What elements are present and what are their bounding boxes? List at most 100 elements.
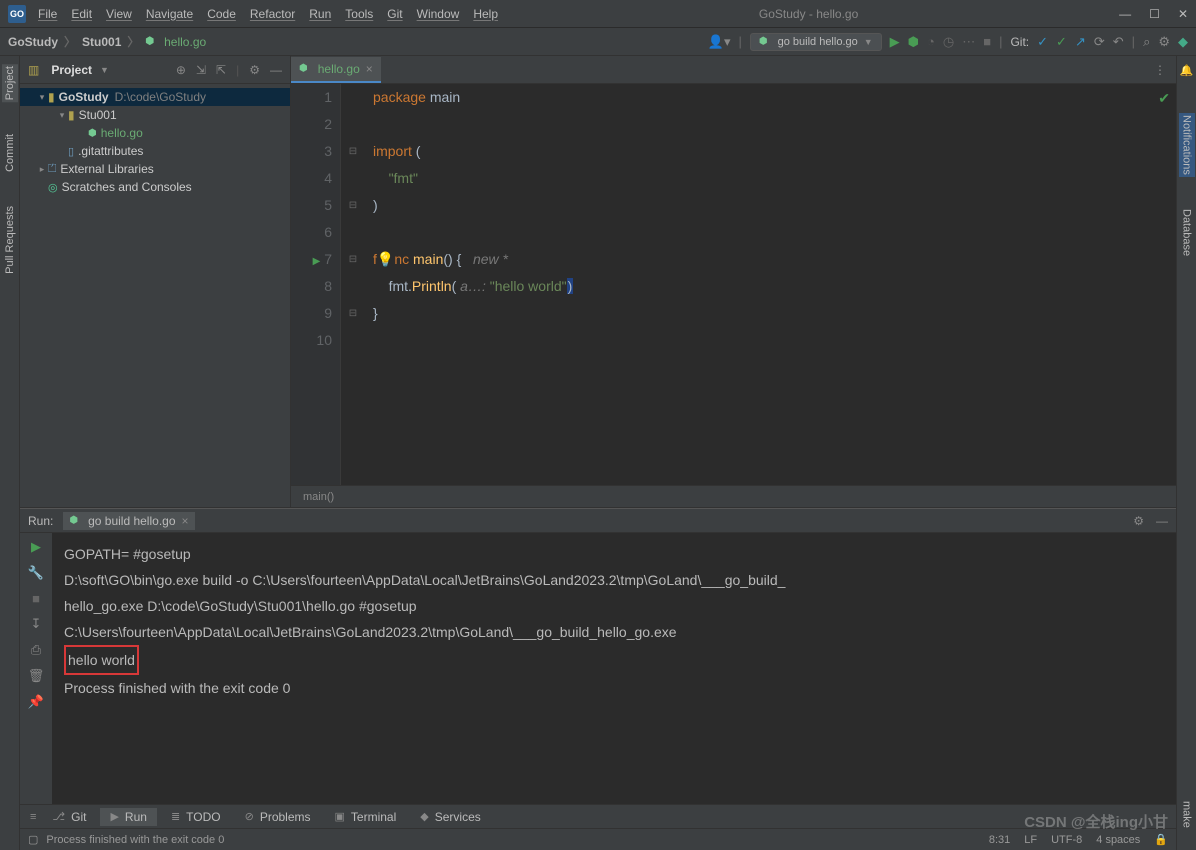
branch-icon: ⎇	[52, 810, 65, 823]
close-tab-icon[interactable]: ×	[366, 62, 373, 76]
coverage-button[interactable]: ◔	[927, 34, 935, 49]
sidebar-commit-tab[interactable]: Commit	[2, 132, 18, 174]
git-history-icon[interactable]: ⟳	[1094, 34, 1105, 50]
maximize-button[interactable]: ☐	[1149, 7, 1160, 21]
tree-gitattributes[interactable]: ▯ .gitattributes	[20, 142, 290, 160]
sidebar-pullrequests-tab[interactable]: Pull Requests	[2, 204, 18, 276]
line-ending[interactable]: LF	[1024, 834, 1037, 846]
expand-icon[interactable]: ⇲	[196, 63, 206, 77]
sidebar-project-tab[interactable]: Project	[2, 64, 18, 102]
print-icon[interactable]: ⎙	[31, 642, 41, 658]
tab-git[interactable]: ⎇Git	[42, 808, 96, 826]
project-icon: ▥	[28, 63, 39, 77]
editor-breadcrumb[interactable]: main()	[291, 485, 1176, 507]
stop-button[interactable]: ■	[983, 34, 991, 49]
go-run-icon: ⬢	[69, 515, 78, 526]
status-icon[interactable]: ▢	[28, 833, 38, 846]
tree-root[interactable]: ▾▮ GoStudy D:\code\GoStudy	[20, 88, 290, 106]
tree-folder-stu001[interactable]: ▾▮ Stu001	[20, 106, 290, 124]
encoding[interactable]: UTF-8	[1051, 834, 1082, 846]
menu-run[interactable]: Run	[309, 7, 331, 21]
library-icon: ⏍	[48, 163, 56, 176]
tab-terminal[interactable]: ▣Terminal	[325, 808, 407, 826]
structure-lefttab[interactable]: ≡	[28, 811, 38, 823]
caret-position[interactable]: 8:31	[989, 834, 1010, 846]
menu-edit[interactable]: Edit	[71, 7, 92, 21]
console-output[interactable]: GOPATH= #gosetup D:\soft\GO\bin\go.exe b…	[52, 533, 1176, 804]
git-rollback-icon[interactable]: ↶	[1113, 34, 1124, 50]
bell-icon[interactable]: 🔔	[1180, 64, 1194, 77]
hide-icon[interactable]: —	[270, 63, 282, 77]
hide-icon[interactable]: —	[1156, 514, 1168, 528]
tree-external-libraries[interactable]: ▸⏍ External Libraries	[20, 160, 290, 178]
minimize-button[interactable]: —	[1119, 7, 1131, 21]
gear-icon[interactable]: ⚙	[249, 63, 260, 77]
debug-button[interactable]: ⬢	[908, 34, 919, 50]
right-sidebar: 🔔 Notifications Database make	[1176, 56, 1196, 850]
lock-icon[interactable]: 🔒	[1154, 833, 1168, 846]
profile-button[interactable]: ◷	[943, 34, 954, 50]
close-tab-icon[interactable]: ×	[182, 514, 189, 528]
indent-info[interactable]: 4 spaces	[1096, 834, 1140, 846]
menu-tools[interactable]: Tools	[345, 7, 373, 21]
inspection-ok-icon[interactable]: ✔	[1158, 90, 1170, 107]
menu-help[interactable]: Help	[473, 7, 498, 21]
tab-services[interactable]: ◆Services	[410, 808, 490, 826]
git-update-icon[interactable]: ✓	[1037, 34, 1048, 50]
breadcrumb-root[interactable]: GoStudy	[8, 35, 58, 49]
breadcrumb-file[interactable]: hello.go	[164, 35, 206, 49]
rerun-icon[interactable]: ▶	[31, 539, 41, 555]
run-config-selector[interactable]: ⬢ go build hello.go ▼	[750, 33, 882, 51]
stop-icon[interactable]: ■	[32, 591, 40, 606]
git-label: Git:	[1010, 35, 1029, 49]
git-push-icon[interactable]: ↗	[1075, 34, 1086, 50]
run-button[interactable]: ▶	[890, 34, 900, 50]
gutter-fold: ⊟⊟ ⊟⊟	[341, 84, 365, 485]
run-label: Run:	[28, 514, 53, 528]
main-menu: File Edit View Navigate Code Refactor Ru…	[38, 7, 498, 21]
gear-icon[interactable]: ⚙	[1133, 514, 1144, 528]
ide-brand-icon[interactable]: ◆	[1178, 34, 1188, 50]
tab-todo[interactable]: ≣TODO	[161, 808, 231, 826]
menu-window[interactable]: Window	[417, 7, 460, 21]
tree-file-hello[interactable]: ⬢ hello.go	[20, 124, 290, 142]
scroll-icon[interactable]: ↧	[31, 616, 42, 632]
chevron-down-icon[interactable]: ▼	[100, 65, 109, 75]
menu-file[interactable]: File	[38, 7, 57, 21]
collapse-icon[interactable]: ⇱	[216, 63, 226, 77]
settings-icon[interactable]: ⚙	[1158, 34, 1170, 50]
menu-git[interactable]: Git	[387, 7, 402, 21]
user-icon[interactable]: 👤▾	[708, 34, 731, 50]
editor-tab-hello[interactable]: ⬢ hello.go ×	[291, 57, 381, 83]
sidebar-make-tab[interactable]: make	[1179, 799, 1195, 830]
tab-overflow-icon[interactable]: ⋮	[1144, 63, 1176, 77]
titlebar: GO File Edit View Navigate Code Refactor…	[0, 0, 1196, 28]
tab-problems[interactable]: ⊘Problems	[235, 808, 321, 826]
menu-navigate[interactable]: Navigate	[146, 7, 193, 21]
tab-run[interactable]: ▶Run	[100, 808, 156, 826]
file-icon: ▯	[68, 145, 74, 158]
delete-icon[interactable]: 🗑	[28, 668, 45, 684]
search-icon[interactable]: ⌕	[1143, 34, 1150, 50]
sidebar-database-tab[interactable]: Database	[1179, 207, 1195, 258]
folder-icon: ▮	[68, 108, 75, 122]
attach-button[interactable]: ⋯	[962, 34, 975, 50]
breadcrumb-folder[interactable]: Stu001	[82, 35, 121, 49]
project-tree[interactable]: ▾▮ GoStudy D:\code\GoStudy ▾▮ Stu001 ⬢ h…	[20, 84, 290, 200]
git-commit-icon[interactable]: ✓	[1056, 34, 1067, 50]
menu-refactor[interactable]: Refactor	[250, 7, 295, 21]
close-button[interactable]: ✕	[1178, 7, 1188, 21]
intention-bulb-icon[interactable]: 💡	[377, 251, 394, 267]
project-header-label[interactable]: Project	[51, 63, 92, 77]
run-tab[interactable]: ⬢ go build hello.go ×	[63, 512, 194, 530]
breadcrumb: GoStudy 〉 Stu001 〉 ⬢ hello.go	[8, 33, 206, 50]
menu-code[interactable]: Code	[207, 7, 236, 21]
locate-icon[interactable]: ⊕	[176, 63, 186, 77]
run-gutter-icon[interactable]: ▶	[313, 256, 321, 267]
menu-view[interactable]: View	[106, 7, 132, 21]
pin-icon[interactable]: 📌	[28, 694, 44, 710]
tree-scratches[interactable]: ◎ Scratches and Consoles	[20, 178, 290, 196]
sidebar-notifications-tab[interactable]: Notifications	[1179, 113, 1195, 177]
code-editor[interactable]: ✔ 12345 6▶ 7 8910 ⊟⊟ ⊟⊟ package main imp…	[291, 84, 1176, 485]
wrench-icon[interactable]: 🔧	[28, 565, 44, 581]
